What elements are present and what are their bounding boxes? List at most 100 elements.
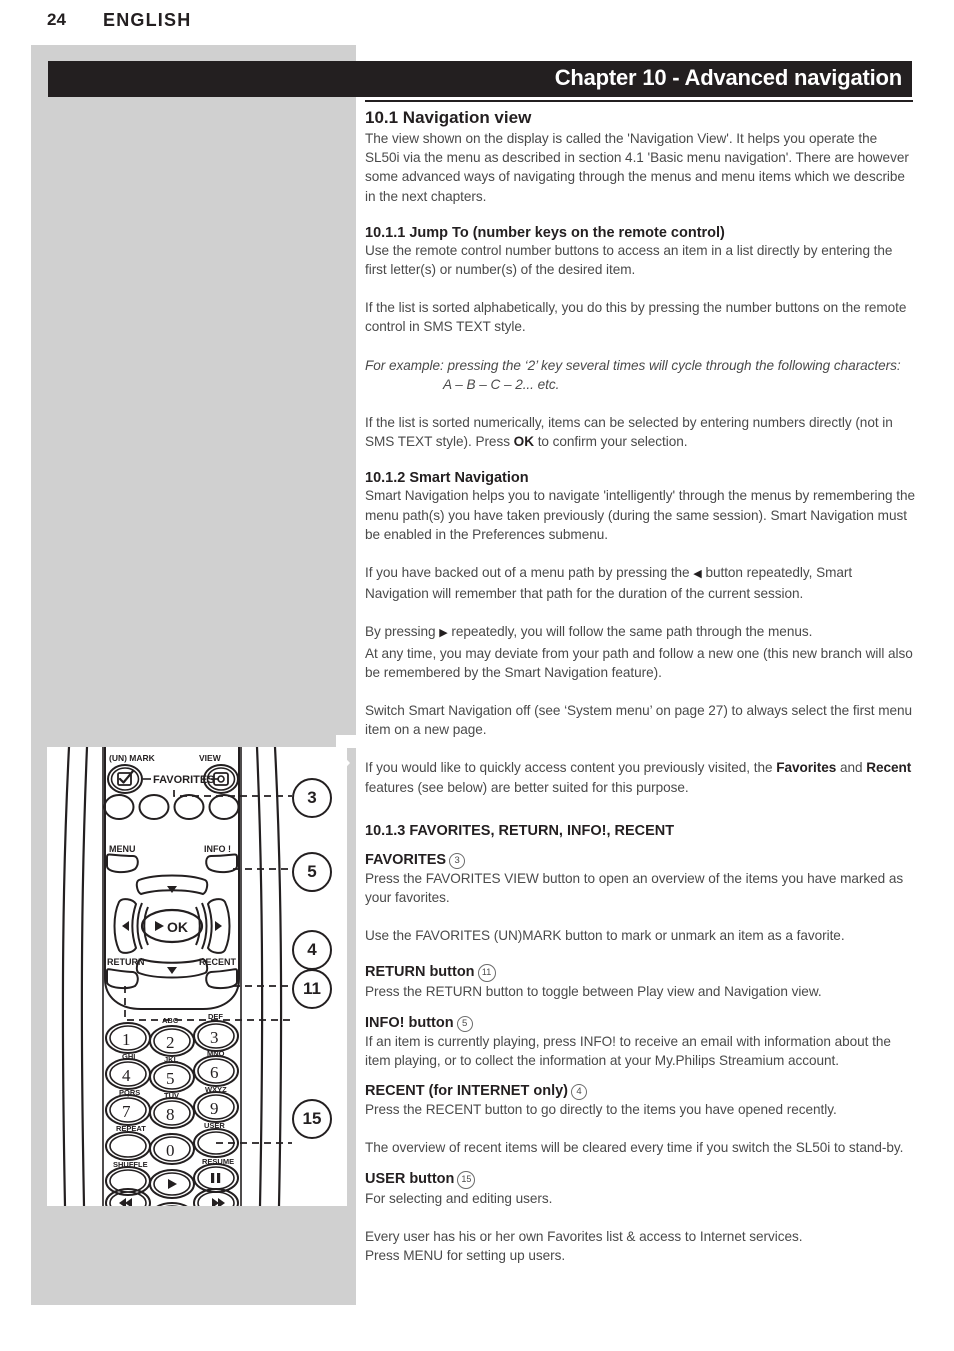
heading-return-button: RETURN button 11 — [365, 964, 915, 983]
smartnav-6-mid: and — [836, 760, 867, 776]
heading-user-button: USER button 15 — [365, 1170, 915, 1189]
keypad-digit-2: 2 — [166, 1033, 175, 1052]
user-ref-badge: 15 — [457, 1170, 476, 1189]
paragraph-jumpto-example: For example: pressing the ‘2’ key severa… — [365, 357, 901, 373]
keypad-digit-6: 6 — [210, 1063, 219, 1082]
paragraph-info-1: If an item is currently playing, press I… — [365, 1033, 891, 1068]
heading-favorites: FAVORITES 3 — [365, 852, 915, 869]
callout-circle-4: 4 — [292, 930, 332, 970]
remote-button-menu — [106, 853, 139, 874]
paragraph-favorites-1: Press the FAVORITES VIEW button to open … — [365, 870, 904, 906]
paragraph-user-2: Every user has his or her own Favorites … — [365, 1228, 803, 1244]
chapter-title: Chapter 10 - Advanced navigation — [554, 65, 903, 90]
paragraph-smartnav-4: At any time, you may deviate from your p… — [365, 645, 913, 680]
info-heading-text: INFO! button — [365, 1014, 454, 1031]
return-ref-badge: 11 — [477, 964, 496, 983]
paragraph-user-3: Press MENU for setting up users. — [365, 1247, 566, 1263]
next-icon — [212, 1198, 225, 1206]
smartnav-2-a: If you have backed out of a menu path by… — [365, 565, 694, 581]
jumpto-3-b: to confirm your selection. — [533, 434, 688, 450]
page-number: 24 — [47, 10, 66, 29]
remote-button-pause — [197, 1166, 235, 1190]
section-rule — [365, 100, 913, 102]
chapter-title-bar: Chapter 10 - Advanced navigation — [48, 61, 912, 97]
remote-label-recent: RECENT — [199, 957, 237, 967]
remote-softkey-1 — [103, 794, 135, 820]
recent-keyword: Recent — [866, 760, 912, 776]
keypad-digit-9: 9 — [210, 1099, 219, 1118]
keypad-digit-7: 7 — [122, 1102, 131, 1121]
remote-label-ok: OK — [167, 919, 188, 935]
favorites-keyword: Favorites — [776, 760, 837, 776]
favorites-mark-icon — [117, 769, 135, 786]
remote-button-info — [205, 853, 238, 874]
smartnav-6-a: If you would like to quickly access cont… — [365, 760, 777, 776]
remote-label-view: VIEW — [199, 753, 222, 763]
return-heading-text: RETURN button — [365, 964, 475, 981]
paragraph-jumpto-1: Use the remote control number buttons to… — [365, 242, 893, 278]
heading-info-button: INFO! button 5 — [365, 1015, 915, 1032]
paragraph-recent-2: The overview of recent items will be cle… — [365, 1140, 904, 1156]
remote-button-return — [106, 968, 139, 990]
page-header: 24 ENGLISH — [47, 8, 447, 36]
recent-heading-text: RECENT (for INTERNET only) — [365, 1083, 568, 1100]
remote-label-return: RETURN — [107, 957, 145, 967]
heading-10-1-3: 10.1.3 FAVORITES, RETURN, INFO!, RECENT — [365, 822, 675, 839]
keypad-digit-0: 0 — [166, 1141, 175, 1160]
paragraph-10-1-intro: The view shown on the display is called … — [365, 131, 909, 204]
info-ref-badge: 5 — [456, 1015, 473, 1032]
right-arrow-icon-remote — [215, 921, 222, 931]
smartnav-6-b: features (see below) are better suited f… — [365, 779, 689, 795]
recent-ref-badge: 4 — [571, 1084, 587, 1101]
paragraph-smartnav-1: Smart Navigation helps you to navigate '… — [365, 488, 915, 542]
previous-icon — [119, 1198, 132, 1206]
keypad-digit-8: 8 — [166, 1105, 175, 1124]
down-arrow-icon — [167, 967, 177, 974]
remote-label-unmark: (UN) MARK — [109, 753, 156, 763]
remote-softkey-4 — [208, 794, 240, 820]
smartnav-3-a: By pressing — [365, 624, 440, 640]
paragraph-smartnav-3: By pressing ▶ repeatedly, you will follo… — [365, 622, 915, 643]
heading-10-1-2: 10.1.2 Smart Navigation — [365, 470, 529, 487]
remote-softkey-2 — [138, 794, 170, 820]
right-arrow-icon: ▶ — [439, 627, 448, 640]
play-icon — [168, 1179, 177, 1189]
keypad-digit-4: 4 — [122, 1066, 131, 1085]
heading-10-1: 10.1 Navigation view — [365, 108, 532, 127]
remote-label-menu: MENU — [109, 844, 136, 854]
keypad-digit-1: 1 — [122, 1030, 131, 1049]
callout-circle-3: 3 — [292, 778, 332, 818]
smartnav-3-b: repeatedly, you will follow the same pat… — [447, 624, 813, 640]
paragraph-jumpto-example-chars: A – B – C – 2... etc. — [443, 376, 560, 392]
left-arrow-icon: ◀ — [693, 568, 702, 581]
remote-softkey-3 — [173, 794, 205, 820]
favorites-ref-badge: 3 — [449, 852, 466, 869]
callout-circle-5: 5 — [292, 852, 332, 892]
paragraph-user-1: For selecting and editing users. — [365, 1190, 553, 1206]
paragraph-smartnav-2: If you have backed out of a menu path by… — [365, 563, 915, 603]
page-language: ENGLISH — [103, 10, 192, 30]
favorites-heading-text: FAVORITES — [365, 851, 447, 868]
remote-button-repeat — [109, 1134, 147, 1158]
heading-recent-button: RECENT (for INTERNET only) 4 — [365, 1083, 915, 1101]
paragraph-smartnav-6: If you would like to quickly access cont… — [365, 758, 915, 796]
play-arrow-icon — [155, 921, 164, 931]
paragraph-smartnav-5: Switch Smart Navigation off (see ‘System… — [365, 703, 913, 738]
paragraph-favorites-2: Use the FAVORITES (UN)MARK button to mar… — [365, 928, 845, 944]
pause-icon — [211, 1173, 221, 1183]
keypad-digit-3: 3 — [210, 1028, 219, 1047]
heading-10-1-1: 10.1.1 Jump To (number keys on the remot… — [365, 224, 725, 241]
left-arrow-icon-remote — [122, 921, 129, 931]
remote-label-info: INFO ! — [204, 844, 231, 854]
ok-key-label: OK — [513, 434, 534, 450]
main-text-column: 10.1 Navigation view The view shown on t… — [365, 100, 915, 1265]
remote-button-recent — [205, 968, 238, 990]
user-heading-text: USER button — [365, 1170, 455, 1187]
paragraph-jumpto-3: If the list is sorted numerically, items… — [365, 413, 915, 451]
paragraph-recent-1: Press the RECENT button to go directly t… — [365, 1102, 837, 1118]
callout-circle-11: 11 — [292, 969, 332, 1009]
paragraph-jumpto-2: If the list is sorted alphabetically, yo… — [365, 300, 907, 335]
paragraph-return-1: Press the RETURN button to toggle betwee… — [365, 984, 822, 1000]
keypad-digit-5: 5 — [166, 1069, 175, 1088]
callout-circle-15: 15 — [292, 1099, 332, 1139]
